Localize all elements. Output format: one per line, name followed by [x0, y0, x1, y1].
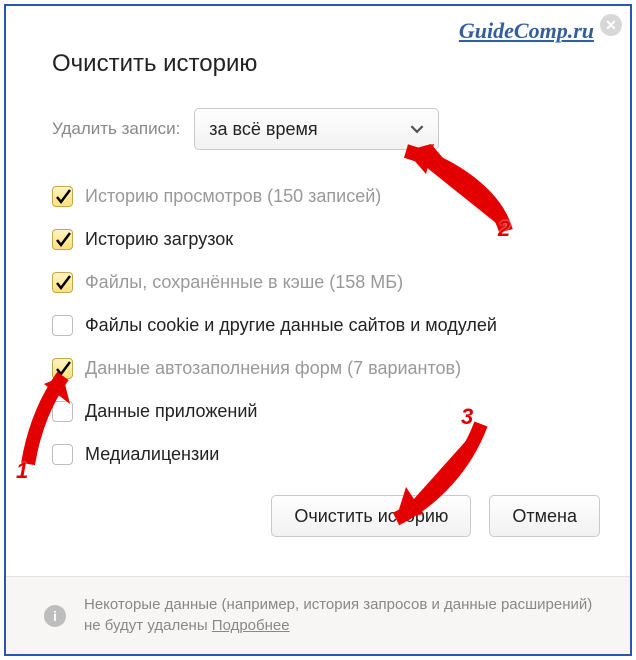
time-range-row: Удалить записи: за всё время — [52, 108, 600, 150]
footer-text: Некоторые данные (например, история запр… — [84, 595, 600, 636]
dialog-frame: GuideComp.ru ✕ Очистить историю Удалить … — [4, 4, 632, 656]
option-checkbox-4[interactable] — [52, 358, 73, 379]
option-label-5: Данные приложений — [85, 401, 257, 422]
chevron-down-icon — [410, 122, 424, 136]
dialog-buttons: Очистить историю Отмена — [52, 495, 600, 537]
option-checkbox-5[interactable] — [52, 401, 73, 422]
option-row-5: Данные приложений — [52, 401, 600, 422]
options-list: Историю просмотров (150 записей) Историю … — [52, 186, 600, 465]
option-label-4: Данные автозаполнения форм (7 вариантов) — [85, 358, 461, 379]
time-range-dropdown[interactable]: за всё время — [194, 108, 439, 150]
option-label-6: Медиалицензии — [85, 444, 219, 465]
time-range-value: за всё время — [209, 119, 317, 140]
cancel-button[interactable]: Отмена — [489, 495, 600, 537]
option-label-1: Историю загрузок — [85, 229, 233, 250]
option-checkbox-2[interactable] — [52, 272, 73, 293]
annotation-number-2: 2 — [498, 216, 510, 242]
option-row-1: Историю загрузок — [52, 229, 600, 250]
clear-history-button[interactable]: Очистить историю — [271, 495, 471, 537]
info-icon: i — [44, 605, 66, 627]
option-row-3: Файлы cookie и другие данные сайтов и мо… — [52, 315, 600, 336]
option-row-2: Файлы, сохранённые в кэше (158 МБ) — [52, 272, 600, 293]
option-label-3: Файлы cookie и другие данные сайтов и мо… — [85, 315, 497, 336]
option-checkbox-3[interactable] — [52, 315, 73, 336]
annotation-number-3: 3 — [461, 404, 473, 430]
footer-message: Некоторые данные (например, история запр… — [84, 596, 592, 633]
option-row-0: Историю просмотров (150 записей) — [52, 186, 600, 207]
annotation-number-1: 1 — [16, 458, 28, 484]
option-checkbox-6[interactable] — [52, 444, 73, 465]
option-row-6: Медиалицензии — [52, 444, 600, 465]
option-checkbox-1[interactable] — [52, 229, 73, 250]
footer-more-link[interactable]: Подробнее — [212, 617, 290, 634]
dialog-footer: i Некоторые данные (например, история за… — [6, 576, 630, 654]
close-icon[interactable]: ✕ — [600, 14, 622, 36]
dialog-title: Очистить историю — [52, 50, 600, 78]
option-row-4: Данные автозаполнения форм (7 вариантов) — [52, 358, 600, 379]
option-label-2: Файлы, сохранённые в кэше (158 МБ) — [85, 272, 403, 293]
time-range-label: Удалить записи: — [52, 119, 180, 139]
option-label-0: Историю просмотров (150 записей) — [85, 186, 381, 207]
option-checkbox-0[interactable] — [52, 186, 73, 207]
dialog-content: Очистить историю Удалить записи: за всё … — [52, 50, 600, 537]
watermark-text: GuideComp.ru — [459, 18, 594, 44]
